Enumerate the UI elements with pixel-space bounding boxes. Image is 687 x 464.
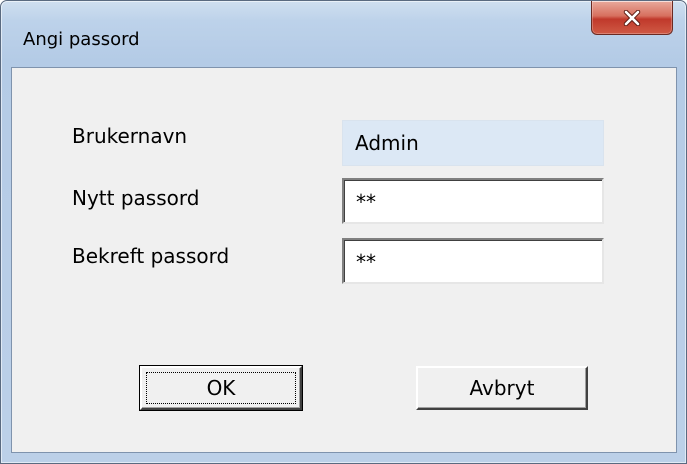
close-button[interactable] [591, 1, 673, 35]
ok-button[interactable]: OK [139, 365, 303, 411]
new-password-label: Nytt passord [72, 186, 200, 210]
ok-button-label: OK [206, 376, 236, 400]
username-label: Brukernavn [72, 124, 188, 148]
confirm-password-field[interactable]: ** [342, 238, 604, 284]
close-icon [623, 9, 641, 26]
title-bar[interactable]: Angi passord [1, 1, 686, 65]
confirm-password-label: Bekreft passord [72, 244, 230, 268]
window-title: Angi passord [23, 29, 140, 50]
dialog-body: Brukernavn Admin Nytt passord ** Bekreft… [11, 67, 677, 453]
cancel-button-label: Avbryt [469, 376, 535, 400]
username-field: Admin [342, 120, 604, 166]
new-password-field[interactable]: ** [342, 178, 604, 224]
dialog-window: Angi passord Brukernavn Admin Nytt passo… [0, 0, 687, 464]
cancel-button[interactable]: Avbryt [416, 366, 588, 410]
